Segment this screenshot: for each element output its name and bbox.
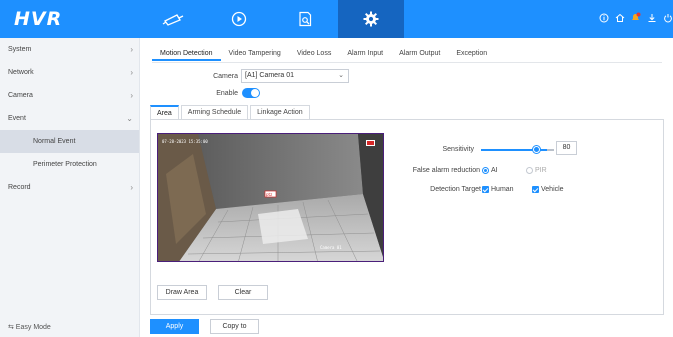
sidebar-item-label: Event (8, 115, 26, 122)
radio-ai[interactable] (482, 167, 489, 174)
checkbox-human[interactable] (482, 186, 489, 193)
playback-icon (231, 11, 247, 27)
enable-toggle[interactable] (242, 88, 260, 98)
sub-tabs: Area Arming Schedule Linkage Action (150, 105, 312, 119)
nav-playback[interactable] (206, 0, 272, 38)
svg-text:ptz: ptz (266, 192, 272, 197)
area-panel: ptz 07-28-2023 15:35:00 Camera 01 Draw A… (150, 119, 664, 315)
false-alarm-label: False alarm reduction (412, 167, 480, 174)
power-icon[interactable] (662, 12, 673, 23)
osd-timestamp: 07-28-2023 15:35:00 (162, 139, 208, 144)
chevron-right-icon: › (130, 183, 133, 192)
info-icon[interactable] (598, 12, 609, 23)
draw-area-button[interactable]: Draw Area (157, 285, 207, 300)
sidebar-item-event[interactable]: Event ⌄ (0, 107, 139, 130)
camera-feed-image: ptz (158, 134, 383, 261)
top-right-icons (598, 12, 673, 23)
sidebar-item-network[interactable]: Network › (0, 61, 139, 84)
camera-select[interactable]: [A1] Camera 01 ⌄ (241, 69, 349, 83)
chevron-down-icon: ⌄ (126, 114, 133, 123)
sidebar-item-label: Perimeter Protection (33, 161, 97, 168)
sidebar-item-label: Network (8, 69, 34, 76)
osd-camera-name: Camera 01 (320, 245, 342, 250)
chevron-right-icon: › (130, 91, 133, 100)
chevron-down-icon: ⌄ (338, 72, 344, 79)
sensitivity-slider-rest[interactable] (547, 149, 554, 151)
event-tabs: Motion Detection Video Tampering Video L… (152, 47, 495, 61)
checkbox-human-label: Human (491, 186, 514, 193)
detection-target-label: Detection Target (430, 186, 481, 193)
sidebar-item-label: System (8, 46, 32, 53)
download-icon[interactable] (646, 12, 657, 23)
checkbox-vehicle[interactable] (532, 186, 539, 193)
camera-label: Camera (213, 73, 238, 80)
sensitivity-slider-thumb[interactable] (533, 146, 540, 153)
tabs-divider (152, 62, 662, 63)
sidebar-item-normal-event[interactable]: Normal Event (0, 130, 139, 153)
copy-to-button[interactable]: Copy to (210, 319, 259, 334)
easy-mode-button[interactable]: ⇆ Easy Mode (8, 323, 51, 331)
subtab-area[interactable]: Area (150, 105, 179, 119)
top-nav (140, 0, 404, 38)
chevron-right-icon: › (130, 68, 133, 77)
sidebar-item-system[interactable]: System › (0, 38, 139, 61)
nav-live-view[interactable] (140, 0, 206, 38)
apply-button[interactable]: Apply (150, 319, 199, 334)
rec-badge-icon (366, 140, 375, 146)
radio-pir[interactable] (526, 167, 533, 174)
file-search-icon (298, 11, 311, 27)
video-preview[interactable]: ptz 07-28-2023 15:35:00 Camera 01 (157, 133, 384, 262)
clear-button[interactable]: Clear (218, 285, 268, 300)
radio-ai-label: AI (491, 167, 498, 174)
tab-exception[interactable]: Exception (448, 47, 495, 61)
chevron-right-icon: › (130, 45, 133, 54)
radio-pir-label: PIR (535, 167, 547, 174)
camera-icon (162, 14, 184, 26)
sidebar-item-perimeter-protection[interactable]: Perimeter Protection (0, 153, 139, 176)
nav-settings[interactable] (338, 0, 404, 38)
tab-video-tampering[interactable]: Video Tampering (221, 47, 289, 61)
subtab-linkage-action[interactable]: Linkage Action (250, 105, 310, 119)
app-logo: HVR (14, 8, 63, 30)
sidebar-item-camera[interactable]: Camera › (0, 84, 139, 107)
sidebar-item-label: Normal Event (33, 138, 76, 145)
sidebar-item-label: Camera (8, 92, 33, 99)
main-content: Motion Detection Video Tampering Video L… (140, 38, 673, 337)
tab-video-loss[interactable]: Video Loss (289, 47, 340, 61)
enable-label: Enable (216, 90, 238, 97)
toggle-knob (251, 89, 259, 97)
tab-motion-detection[interactable]: Motion Detection (152, 47, 221, 61)
sensitivity-input[interactable]: 80 (556, 141, 577, 155)
tab-alarm-input[interactable]: Alarm Input (339, 47, 391, 61)
sidebar-item-label: Record (8, 184, 31, 191)
nav-file-management[interactable] (272, 0, 338, 38)
sensitivity-label: Sensitivity (442, 146, 474, 153)
sidebar-item-record[interactable]: Record › (0, 176, 139, 199)
home-icon[interactable] (614, 12, 625, 23)
top-bar: HVR (0, 0, 673, 38)
alarm-bell-icon[interactable] (630, 12, 641, 23)
checkbox-vehicle-label: Vehicle (541, 186, 564, 193)
camera-select-value: [A1] Camera 01 (245, 72, 295, 79)
subtab-arming-schedule[interactable]: Arming Schedule (180, 105, 249, 119)
gear-icon (363, 11, 379, 27)
sidebar: System › Network › Camera › Event ⌄ Norm… (0, 38, 140, 337)
tab-alarm-output[interactable]: Alarm Output (391, 47, 448, 61)
